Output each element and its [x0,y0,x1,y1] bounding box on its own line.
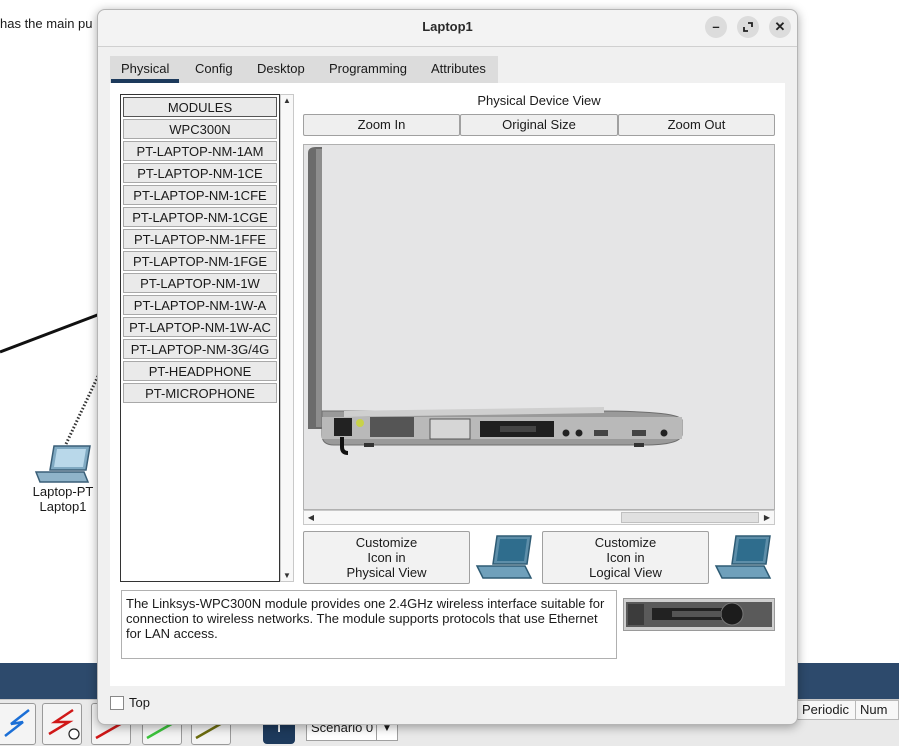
tab-physical[interactable]: Physical [110,61,180,83]
tab-programming[interactable]: Programming [329,61,407,76]
wireless-card-icon [626,602,772,627]
scroll-up-icon[interactable]: ▲ [281,96,293,105]
network-links [0,312,102,445]
view-horizontal-scrollbar[interactable]: ◀ ▶ [303,510,775,525]
tab-desktop[interactable]: Desktop [257,61,305,76]
module-item[interactable]: PT-LAPTOP-NM-1FGE [123,251,277,271]
customize-logical-icon-button[interactable]: Customize Icon in Logical View [542,531,709,584]
module-item[interactable]: PT-LAPTOP-NM-3G/4G [123,339,277,359]
physical-device-view [303,144,775,510]
minimize-icon: – [712,19,720,34]
button-label-line: Icon in [367,550,406,565]
module-item[interactable]: PT-HEADPHONE [123,361,277,381]
device-type-label: Laptop-PT [32,484,94,499]
lightning-red-clock-icon [48,708,80,740]
module-header[interactable]: MODULES [123,97,277,117]
module-item[interactable]: PT-LAPTOP-NM-1CE [123,163,277,183]
auto-connect-button[interactable] [42,703,82,745]
customize-physical-icon-button[interactable]: Customize Icon in Physical View [303,531,470,584]
button-label-line: Icon in [606,550,645,565]
scrollbar-thumb[interactable] [621,512,759,523]
pdu-column-periodic[interactable]: Periodic [797,700,859,720]
tab-attributes[interactable]: Attributes [431,61,486,76]
scroll-down-icon[interactable]: ▼ [281,571,293,580]
dialog-title: Laptop1 [422,19,473,34]
physical-panel: MODULES WPC300N PT-LAPTOP-NM-1AM PT-LAPT… [110,83,785,686]
physical-view-title: Physical Device View [477,93,601,108]
laptop-side-image [308,147,683,455]
module-item[interactable]: PT-LAPTOP-NM-1W [123,273,277,293]
module-description: The Linksys-WPC300N module provides one … [121,590,617,659]
zoom-out-button[interactable]: Zoom Out [618,114,775,136]
button-label-line: Logical View [589,565,662,580]
maximize-icon [743,22,753,32]
module-item[interactable]: PT-LAPTOP-NM-1CGE [123,207,277,227]
tab-bar: Physical Config Desktop Programming Attr… [110,56,498,83]
button-label-line: Customize [594,535,657,550]
scroll-left-icon[interactable]: ◀ [305,511,317,524]
laptop-logical-icon [714,535,772,579]
top-checkbox[interactable] [110,696,124,710]
module-item[interactable]: PT-MICROPHONE [123,383,277,403]
tab-config[interactable]: Config [195,61,233,76]
laptop-device-icon[interactable] [34,444,92,486]
lightning-blue-icon [4,709,30,737]
dialog-titlebar[interactable]: Laptop1 – ✕ [98,10,797,47]
module-item[interactable]: PT-LAPTOP-NM-1W-AC [123,317,277,337]
scroll-right-icon[interactable]: ▶ [761,511,773,524]
module-item[interactable]: PT-LAPTOP-NM-1W-A [123,295,277,315]
top-checkbox-label: Top [129,695,150,710]
module-item[interactable]: PT-LAPTOP-NM-1AM [123,141,277,161]
close-icon: ✕ [774,19,786,34]
zoom-in-button[interactable]: Zoom In [303,114,460,136]
module-list: MODULES WPC300N PT-LAPTOP-NM-1AM PT-LAPT… [120,94,280,582]
laptop-physical-icon [475,535,533,579]
connection-tool-button[interactable] [0,703,36,745]
minimize-button[interactable]: – [705,16,727,38]
original-size-button[interactable]: Original Size [460,114,618,136]
module-item[interactable]: PT-LAPTOP-NM-1CFE [123,185,277,205]
module-image [623,598,775,631]
button-label-line: Customize [355,535,418,550]
close-button[interactable]: ✕ [769,16,791,38]
maximize-button[interactable] [737,16,759,38]
module-item[interactable]: WPC300N [123,119,277,139]
device-name-label: Laptop1 [39,499,87,514]
pdu-column-num[interactable]: Num [855,700,899,720]
module-item[interactable]: PT-LAPTOP-NM-1FFE [123,229,277,249]
module-list-scrollbar[interactable]: ▲ ▼ [280,94,294,582]
device-dialog: Laptop1 – ✕ Physical Config Desktop Prog… [97,9,798,725]
button-label-line: Physical View [346,565,427,580]
